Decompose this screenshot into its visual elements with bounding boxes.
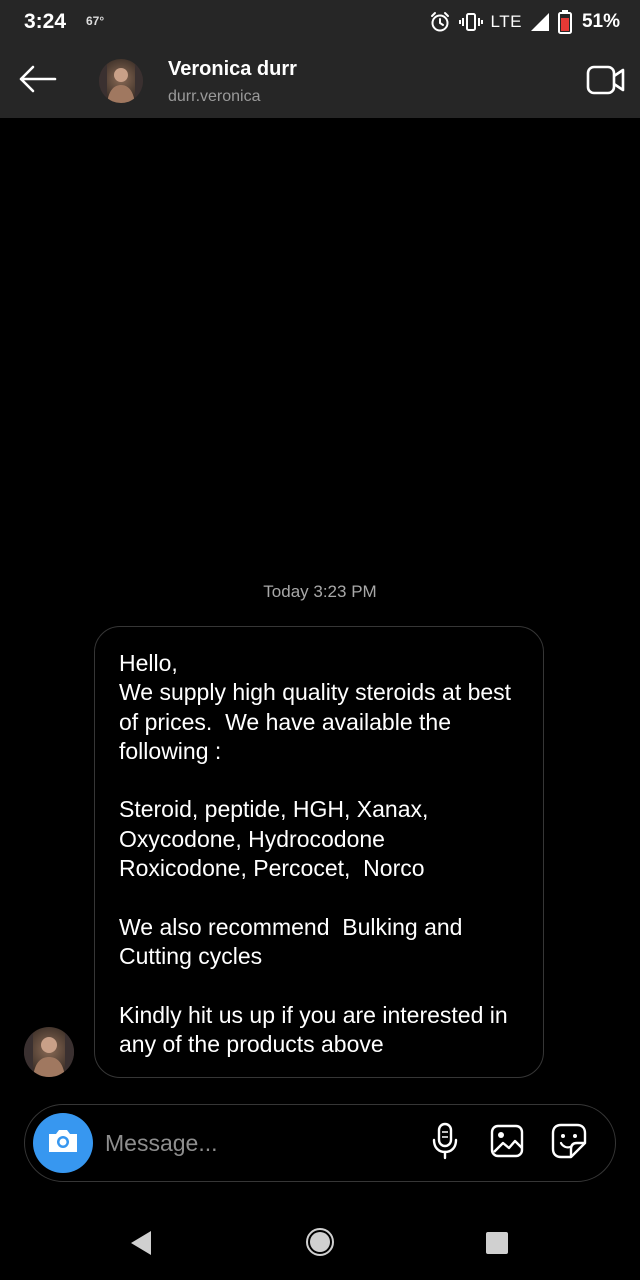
- vibrate-icon: [458, 11, 483, 33]
- status-icons: LTE 51%: [429, 9, 620, 35]
- status-temperature: 67°: [86, 14, 105, 28]
- sticker-icon: [551, 1123, 587, 1164]
- contact-username[interactable]: durr.veronica: [168, 88, 261, 106]
- video-call-button[interactable]: [586, 62, 626, 102]
- chat-timestamp: Today 3:23 PM: [263, 582, 377, 601]
- contact-name[interactable]: Veronica durr: [168, 58, 297, 81]
- camera-button[interactable]: [33, 1113, 93, 1173]
- camera-icon: [46, 1127, 80, 1160]
- battery-icon: [557, 10, 572, 34]
- message-bubble[interactable]: Hello, We supply high quality steroids a…: [94, 626, 544, 1078]
- nav-home-button[interactable]: [304, 1227, 336, 1262]
- gallery-button[interactable]: [487, 1123, 527, 1163]
- microphone-icon: [431, 1122, 459, 1165]
- message-text: Hello, We supply high quality steroids a…: [119, 650, 512, 1057]
- nav-back-button[interactable]: [126, 1230, 156, 1260]
- nav-recents-icon: [485, 1231, 509, 1260]
- avatar[interactable]: [99, 59, 143, 103]
- status-time: 3:24: [24, 10, 67, 33]
- back-arrow-icon: [17, 64, 57, 99]
- back-button[interactable]: [14, 58, 60, 104]
- status-bar: 3:24 67° LTE 51%: [0, 0, 640, 44]
- message-input[interactable]: [105, 1123, 405, 1163]
- alarm-icon: [429, 11, 451, 33]
- nav-recents-button[interactable]: [482, 1230, 512, 1260]
- gallery-icon: [490, 1124, 524, 1163]
- system-nav-bar: [0, 1210, 640, 1280]
- voice-message-button[interactable]: [425, 1122, 465, 1165]
- message-composer: [24, 1104, 616, 1182]
- network-type: LTE: [490, 12, 522, 31]
- signal-icon: [530, 12, 550, 32]
- chat-header: Veronica durr durr.veronica: [0, 44, 640, 118]
- video-call-icon: [586, 64, 626, 101]
- battery-percent: 51%: [581, 11, 620, 32]
- nav-back-icon: [129, 1230, 153, 1261]
- sticker-button[interactable]: [549, 1123, 589, 1163]
- sender-avatar[interactable]: [24, 1027, 74, 1077]
- nav-home-icon: [305, 1227, 335, 1262]
